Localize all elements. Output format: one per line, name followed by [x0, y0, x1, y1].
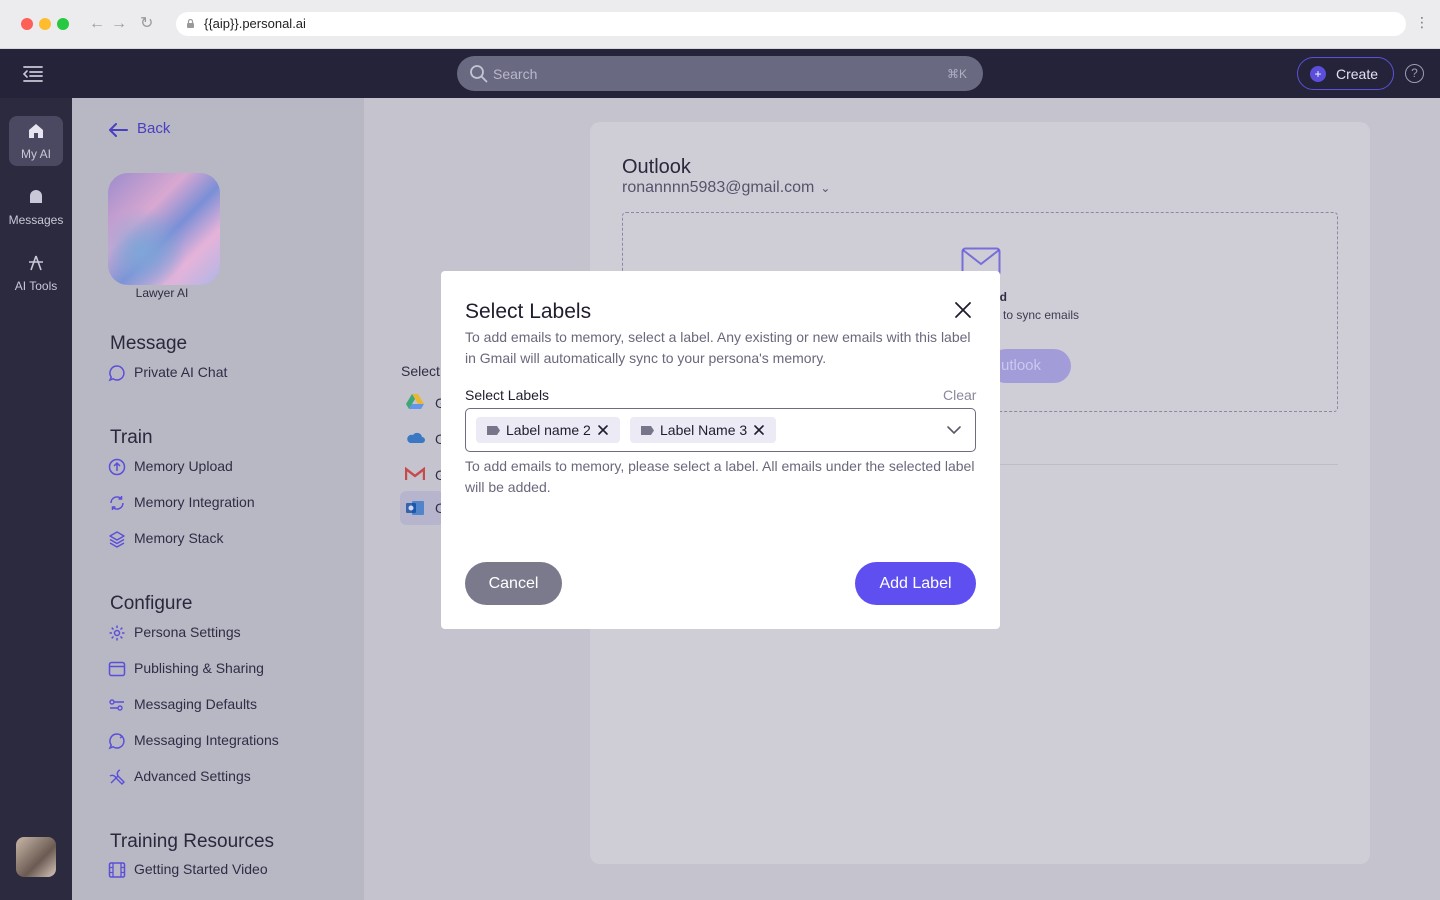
app-header: Search ⌘K + Create ?: [0, 49, 1440, 98]
search-icon: [470, 65, 488, 83]
labels-field-label: Select Labels: [465, 387, 550, 403]
create-label: Create: [1336, 66, 1379, 82]
cancel-button[interactable]: Cancel: [465, 562, 562, 605]
search-input[interactable]: Search ⌘K: [457, 56, 983, 91]
add-label-button[interactable]: Add Label: [855, 562, 976, 605]
source-select-label: Select: [401, 363, 440, 379]
left-rail: My AI Messages AI Tools: [0, 98, 72, 900]
modal-description: To add emails to memory, select a label.…: [465, 329, 971, 366]
sync-icon: [110, 496, 124, 510]
onedrive-icon: [407, 432, 425, 443]
labels-multiselect[interactable]: Label name 2 Label Name 3: [465, 408, 976, 452]
back-label: Back: [137, 120, 171, 137]
maximize-window-button[interactable]: [57, 18, 69, 30]
tag-icon: [487, 426, 500, 435]
gmail-icon: [405, 467, 425, 480]
create-button[interactable]: + Create: [1297, 57, 1394, 90]
rail-label: Messages: [8, 213, 64, 227]
reload-icon[interactable]: ↻: [140, 14, 153, 34]
rail-label: My AI: [20, 147, 51, 161]
label-chip: Label name 2: [476, 417, 620, 443]
account-email: ronannnn5983@gmail.com: [622, 179, 815, 196]
section-title-configure: Configure: [110, 593, 193, 614]
modal-title: Select Labels: [465, 300, 592, 323]
persona-name: Lawyer AI: [135, 286, 189, 300]
nav-label: Memory Stack: [134, 530, 224, 546]
browser-window-icon: [108, 661, 126, 677]
section-title-training-resources: Training Resources: [110, 831, 275, 852]
browser-menu-icon[interactable]: ⋮: [1415, 14, 1429, 31]
back-arrow-icon[interactable]: ←: [89, 14, 105, 34]
helper-text: To add emails to memory, please select a…: [465, 458, 975, 495]
source-gmail[interactable]: G: [404, 464, 446, 486]
minimize-window-button[interactable]: [39, 18, 51, 30]
chat-bubble-icon: [108, 365, 125, 382]
nav-label: Private AI Chat: [134, 364, 228, 380]
url-text: {{aip}}.personal.ai: [204, 16, 306, 31]
persona-avatar: [108, 173, 220, 285]
user-avatar[interactable]: [16, 837, 56, 877]
sliders-icon: [109, 699, 124, 711]
integration-title: Outlook: [622, 156, 691, 178]
chevron-down-icon[interactable]: [946, 424, 962, 436]
close-icon[interactable]: [953, 300, 973, 320]
arrow-left-icon: [109, 123, 128, 137]
rail-item-ai-tools[interactable]: AI Tools: [9, 248, 63, 298]
source-outlook[interactable]: O: [400, 491, 446, 525]
chip-label: Label Name 3: [660, 422, 748, 438]
nav-label: Persona Settings: [134, 624, 241, 640]
search-placeholder: Search: [493, 66, 538, 82]
nav-label: Memory Upload: [134, 458, 233, 474]
help-icon[interactable]: ?: [1405, 64, 1424, 83]
nav-label: Getting Started Video: [134, 861, 268, 877]
rail-item-messages[interactable]: Messages: [9, 182, 63, 232]
collapse-menu-icon[interactable]: [22, 65, 44, 83]
source-google-drive[interactable]: G: [404, 392, 446, 414]
section-title-train: Train: [110, 427, 153, 448]
connect-sub-text: to sync emails: [1003, 308, 1080, 322]
address-bar[interactable]: {{aip}}.personal.ai: [176, 12, 1406, 36]
chat-sync-icon: [108, 733, 125, 750]
nav-label: Messaging Defaults: [134, 696, 257, 712]
ai-tools-icon: [29, 255, 43, 271]
chevron-down-icon: ⌄: [820, 181, 831, 195]
close-window-button[interactable]: [21, 18, 33, 30]
rail-item-my-ai[interactable]: My AI: [9, 116, 63, 166]
lock-icon: [187, 19, 194, 28]
remove-chip-icon[interactable]: [752, 423, 766, 437]
messages-icon: [30, 190, 42, 203]
section-title-message: Message: [110, 333, 188, 354]
nav-label: Publishing & Sharing: [134, 660, 264, 676]
google-drive-icon: [406, 394, 424, 409]
search-shortcut: ⌘K: [946, 67, 967, 81]
film-icon: [108, 862, 126, 878]
select-labels-modal: Select Labels To add emails to memory, s…: [441, 271, 1000, 629]
nav-label: Messaging Integrations: [134, 732, 279, 748]
browser-toolbar: ← → ↻ {{aip}}.personal.ai ⋮: [0, 0, 1440, 49]
layers-icon: [109, 531, 125, 548]
chip-label: Label name 2: [506, 422, 591, 438]
clear-button[interactable]: Clear: [943, 387, 976, 403]
remove-chip-icon[interactable]: [596, 423, 610, 437]
plus-icon: +: [1310, 66, 1326, 82]
nav-label: Memory Integration: [134, 494, 255, 510]
tag-icon: [641, 426, 654, 435]
tools-icon: [109, 769, 125, 785]
connect-outlook-button[interactable]: utlook: [989, 349, 1071, 383]
home-icon: [29, 124, 43, 138]
upload-circle-icon: [108, 458, 126, 476]
nav-label: Advanced Settings: [134, 768, 251, 784]
account-selector[interactable]: ronannnn5983@gmail.com ⌄: [622, 179, 830, 197]
persona-sidebar: Back Lawyer AI Message Private AI Chat T…: [72, 98, 364, 900]
source-onedrive[interactable]: O: [404, 428, 446, 450]
forward-arrow-icon[interactable]: →: [111, 14, 127, 34]
outlook-icon: [406, 501, 424, 515]
gear-icon: [109, 625, 125, 641]
label-chip: Label Name 3: [630, 417, 776, 443]
rail-label: AI Tools: [14, 279, 58, 293]
